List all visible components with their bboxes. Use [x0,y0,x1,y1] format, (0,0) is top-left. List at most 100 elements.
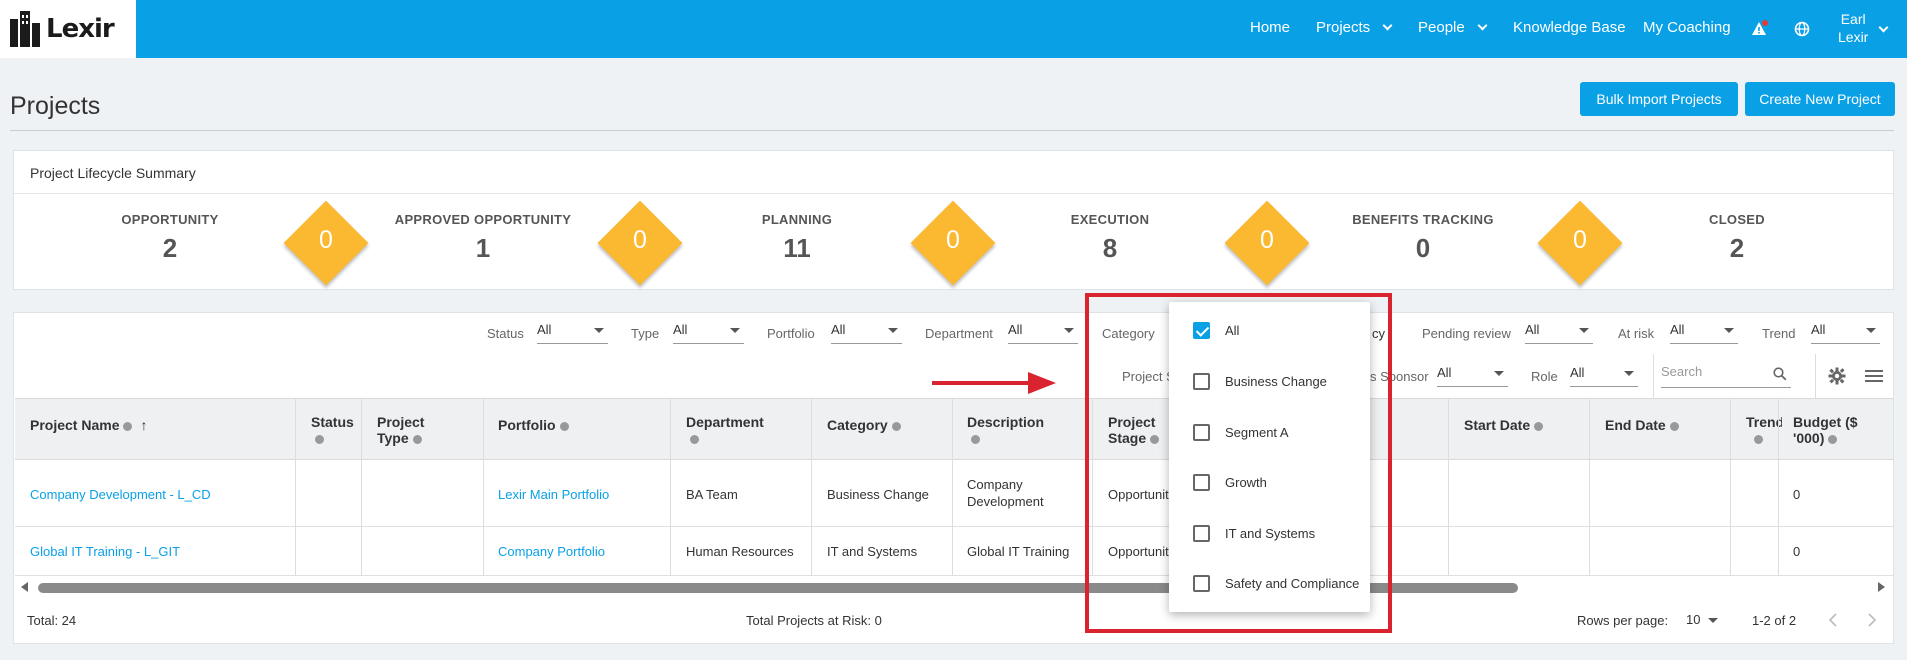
chevron-down-icon [1477,20,1488,31]
pending-review-filter[interactable]: All [1525,322,1593,344]
stage-benefits-tracking[interactable]: BENEFITS TRACKING 0 [1303,60,1543,264]
user-menu[interactable]: Earl Lexir [1838,10,1868,46]
department-filter[interactable]: All [1008,322,1078,344]
caret-down-icon [1708,618,1719,624]
rows-per-page-value: 10 [1686,612,1701,627]
sponsor-filter[interactable]: All [1437,365,1508,387]
brand-name: Lexir [46,14,115,44]
description-cell: Company Development [967,476,1044,510]
trend-filter[interactable]: All [1811,322,1880,344]
stage-count: 8 [1102,233,1118,263]
type-filter[interactable]: All [673,322,744,344]
caret-down-icon [1494,371,1504,376]
nav-home[interactable]: Home [1250,19,1290,36]
column-divider [1448,398,1449,576]
column-divider [1778,398,1779,576]
col-portfolio-label: Portfolio [498,417,556,433]
scroll-right-icon[interactable] [1877,582,1885,592]
col-portfolio[interactable]: Portfolio [498,417,569,433]
role-filter[interactable]: All [1570,365,1638,387]
stage-approved-opportunity[interactable]: APPROVED OPPORTUNITY 1 [363,60,603,264]
portfolio-filter[interactable]: All [831,322,902,344]
toolbar-divider [1815,354,1816,398]
col-end-date[interactable]: End Date [1605,417,1679,433]
portfolio-link[interactable]: Lexir Main Portfolio [498,486,609,503]
stage-execution[interactable]: EXECUTION 8 [990,60,1230,264]
category-cell: IT and Systems [827,544,918,559]
col-project-name-label: Project Name [30,417,120,433]
next-page-icon[interactable] [1867,613,1877,627]
table-row[interactable] [15,461,1893,527]
stage-label: BENEFITS TRACKING [1352,212,1494,227]
stage-label: APPROVED OPPORTUNITY [394,212,572,227]
column-divider [670,398,671,576]
caret-down-icon [594,328,604,333]
table-row[interactable] [15,528,1893,576]
nav-knowledge-base-label: Knowledge Base [1513,19,1626,36]
col-project-name[interactable]: Project Name ↑ [30,417,147,433]
type-filter-label: Type [631,326,660,341]
col-budget-label-2: '000) [1793,430,1825,446]
menu-icon[interactable] [1865,368,1883,384]
scroll-left-icon[interactable] [21,582,29,592]
project-name-link[interactable]: Global IT Training - L_GIT [30,543,180,560]
col-category[interactable]: Category [827,417,901,433]
department-filter-label: Department [925,326,993,341]
column-divider [295,398,296,576]
stage-closed[interactable]: CLOSED 2 [1617,60,1857,264]
globe-icon[interactable] [1794,21,1810,37]
sponsor-filter-value: All [1437,365,1452,380]
stage-count: 2 [162,233,178,263]
col-department[interactable]: Department [686,414,764,446]
chevron-down-icon[interactable] [1878,22,1889,33]
nav-my-coaching[interactable]: My Coaching [1643,19,1731,36]
nav-projects-label: Projects [1316,19,1371,36]
at-risk-filter-value: All [1670,322,1685,337]
brand-logo[interactable]: Lexir [0,0,136,58]
nav-people[interactable]: People [1418,19,1488,36]
col-end-date-label: End Date [1605,417,1666,433]
col-start-date[interactable]: Start Date [1464,417,1544,433]
search-placeholder: Search [1661,364,1703,379]
column-divider [811,398,812,576]
transition-count: 0 [946,226,960,254]
col-project-type-label: Project [377,414,425,430]
gear-icon[interactable] [1828,367,1846,385]
sort-ascending-icon[interactable]: ↑ [140,417,147,433]
col-project-type[interactable]: Project Type [377,414,424,446]
info-icon [123,421,133,431]
role-filter-label: Role [1531,369,1558,384]
lifecycle-divider [14,193,1893,194]
portfolio-filter-value: All [831,322,846,337]
transition-count: 0 [633,226,647,254]
stage-planning[interactable]: PLANNING 11 [677,60,917,264]
at-risk-filter[interactable]: All [1670,322,1738,344]
col-budget[interactable]: Budget ($ '000) [1793,414,1858,446]
building-logo-icon [10,11,40,47]
nav-projects[interactable]: Projects [1316,19,1393,36]
col-status-label: Status [311,414,354,430]
col-status[interactable]: Status [311,414,354,446]
category-cell: Business Change [827,487,929,502]
status-filter[interactable]: All [537,322,608,344]
prev-page-icon[interactable] [1828,613,1838,627]
stage-opportunity[interactable]: OPPORTUNITY 2 [50,60,290,264]
at-risk-filter-label: At risk [1618,326,1655,341]
nav-knowledge-base[interactable]: Knowledge Base [1513,19,1626,36]
rows-per-page-select[interactable]: 10 [1686,612,1719,627]
search-input[interactable]: Search [1661,364,1791,388]
status-filter-label: Status [487,326,524,341]
highlight-box [1085,293,1392,633]
col-start-date-label: Start Date [1464,417,1531,433]
col-trend[interactable]: Trend [1746,414,1782,446]
alert-icon[interactable] [1750,20,1768,38]
col-description[interactable]: Description [967,414,1044,446]
portfolio-link[interactable]: Company Portfolio [498,543,605,560]
stage-count: 1 [475,233,491,263]
project-name-link[interactable]: Company Development - L_CD [30,486,211,503]
transition-count: 0 [1260,226,1274,254]
nav-people-label: People [1418,19,1465,36]
nav-home-label: Home [1250,19,1291,36]
transition-count: 0 [1573,226,1587,254]
title-divider [10,130,1894,131]
